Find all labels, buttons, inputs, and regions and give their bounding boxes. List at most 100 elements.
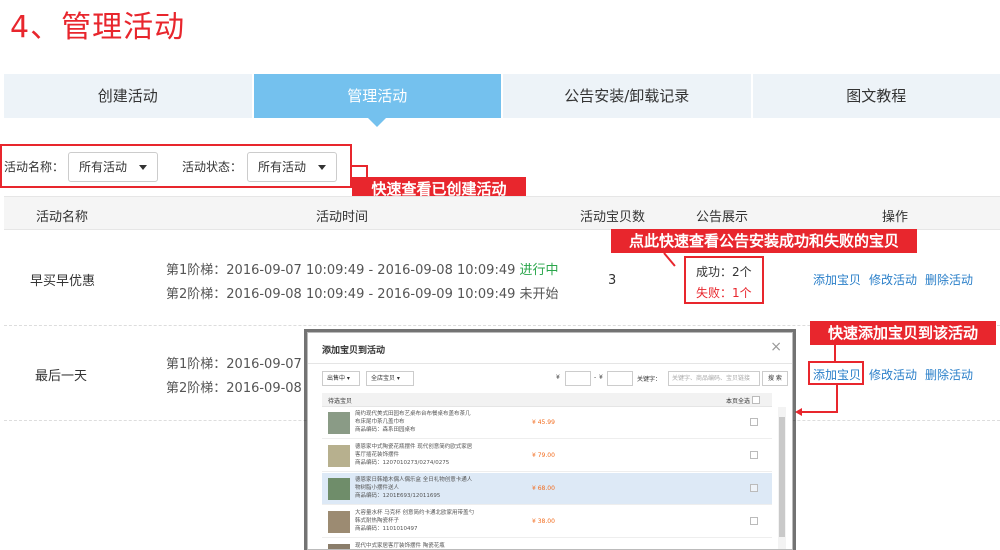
tier-2-time: 第2阶梯：2016-09-08 11 (166, 381, 323, 396)
item-category-value: 全店宝贝 (371, 375, 396, 382)
column-header-item-count: 活动宝贝数 (580, 210, 646, 225)
tab-tutorial[interactable]: 图文教程 (752, 74, 1000, 118)
close-icon[interactable]: × (770, 339, 782, 355)
candidate-items-header: 待选宝贝 (328, 398, 353, 405)
delete-activity-link[interactable]: 删除活动 (925, 366, 973, 383)
item-name-line-2: 韩式耐热陶瓷杯子 (355, 518, 400, 524)
chevron-down-icon (139, 165, 147, 170)
item-thumbnail (328, 445, 350, 467)
modal-scrollbar-thumb[interactable] (779, 417, 785, 537)
price-dash: - (594, 374, 597, 381)
item-count: 3 (608, 273, 617, 288)
edit-activity-link[interactable]: 修改活动 (869, 271, 917, 288)
search-button[interactable]: 搜 索 (762, 371, 788, 386)
item-price: ¥ 68.00 (532, 485, 555, 492)
activity-name: 最后一天 (35, 369, 88, 384)
item-category-select[interactable]: 全店宝贝 ▾ (366, 371, 414, 386)
item-name: 简约现代美式田园布艺桌布台布餐桌布盖布茶几 布床尾巾茶几盖巾布 商品编码：森系田… (355, 410, 471, 434)
chevron-down-icon (318, 165, 326, 170)
status-not-started: 未开始 (519, 287, 559, 302)
item-code: 商品编码：1201E693/12011695 (355, 493, 441, 499)
tier-1-time: 第1阶梯：2016-09-07 11 (166, 357, 323, 372)
tier-2-time: 第2阶梯：2016-09-08 10:09:49 - 2016-09-09 10… (166, 283, 559, 302)
column-header-actions: 操作 (882, 210, 909, 225)
edit-activity-link[interactable]: 修改活动 (869, 366, 917, 383)
tab-create-activity[interactable]: 创建活动 (4, 74, 252, 118)
price-to-input[interactable] (607, 371, 633, 386)
activity-status-select[interactable]: 所有活动 (247, 152, 337, 182)
item-thumbnail (328, 412, 350, 434)
item-code: 商品编码：1207010273/0274/0275 (355, 460, 450, 466)
item-status-value: 出售中 (327, 375, 346, 382)
item-checkbox[interactable] (750, 484, 758, 492)
select-all-checkbox[interactable] (752, 396, 760, 404)
item-code: 商品编码：1101010497 (355, 526, 418, 532)
tab-manage-activity[interactable]: 管理活动 (253, 74, 501, 127)
item-name-line-1: 德恩家日韩婚木偶人偶乐盒 全日礼物创意卡通人 (355, 477, 473, 483)
item-checkbox[interactable] (750, 451, 758, 459)
price-from-symbol: ¥ (556, 374, 560, 381)
item-price: ¥ 45.99 (532, 419, 555, 426)
tab-notice-install-log[interactable]: 公告安装/卸载记录 (503, 74, 751, 118)
item-code: 商品编码：森系田园桌布 (355, 427, 416, 433)
item-name: 德恩家日韩婚木偶人偶乐盒 全日礼物创意卡通人 物树脂小摆件送人 商品编码：120… (355, 476, 472, 500)
item-name: 大容量水杯 马克杯 创意简约卡通北欧家用带盖勺 韩式耐热陶瓷杯子 商品编码：11… (355, 509, 474, 533)
modal-item-row-selected[interactable]: 德恩家日韩婚木偶人偶乐盒 全日礼物创意卡通人 物树脂小摆件送人 商品编码：120… (322, 473, 772, 505)
callout-results: 点此快速查看公告安装成功和失败的宝贝 (611, 229, 917, 253)
item-thumbnail (328, 511, 350, 533)
modal-item-row[interactable]: 现代中式家居客厅装饰摆件 陶瓷花瓶 (322, 539, 772, 549)
fail-count-link[interactable]: 失败：1个 (696, 284, 752, 301)
item-name: 现代中式家居客厅装饰摆件 陶瓷花瓶 (355, 542, 445, 549)
activity-name-label: 活动名称： (4, 160, 65, 174)
modal-divider (308, 363, 792, 364)
callout-connector (800, 411, 838, 413)
column-header-name: 活动名称 (36, 210, 89, 225)
price-to-symbol: ¥ (599, 374, 603, 381)
success-count-link[interactable]: 成功：2个 (696, 263, 752, 280)
item-name: 德恩家中式陶瓷花瓶摆件 现代创意简约欧式家居 客厅插花装饰摆件 商品编码：120… (355, 443, 472, 467)
item-name-line-1: 简约现代美式田园布艺桌布台布餐桌布盖布茶几 (355, 411, 471, 417)
arrow-left-icon (795, 408, 802, 416)
tier-1-range: 第1阶梯：2016-09-07 10:09:49 - 2016-09-08 10… (166, 263, 516, 278)
modal-item-row[interactable]: 大容量水杯 马克杯 创意简约卡通北欧家用带盖勺 韩式耐热陶瓷杯子 商品编码：11… (322, 506, 772, 538)
tier-2-range: 第2阶梯：2016-09-08 10:09:49 - 2016-09-09 10… (166, 287, 516, 302)
item-checkbox[interactable] (750, 418, 758, 426)
add-items-modal: 添加宝贝到活动 × 出售中 ▾ 全店宝贝 ▾ ¥ - ¥ 关键字： 关键字、商品… (307, 332, 793, 550)
select-all-label: 本页全选 (726, 398, 751, 405)
tier-1-time: 第1阶梯：2016-09-07 10:09:49 - 2016-09-08 10… (166, 259, 559, 278)
activity-status-label: 活动状态： (182, 160, 243, 174)
tab-bar: 创建活动 管理活动 公告安装/卸载记录 图文教程 (4, 74, 1000, 127)
add-items-link[interactable]: 添加宝贝 (813, 366, 861, 383)
modal-item-row[interactable]: 简约现代美式田园布艺桌布台布餐桌布盖布茶几 布床尾巾茶几盖巾布 商品编码：森系田… (322, 407, 772, 439)
status-running: 进行中 (519, 263, 559, 278)
callout-connector (834, 345, 836, 361)
page-title: 4、管理活动 (10, 10, 186, 45)
add-items-link[interactable]: 添加宝贝 (813, 271, 861, 288)
modal-item-row[interactable]: 德恩家中式陶瓷花瓶摆件 现代创意简约欧式家居 客厅插花装饰摆件 商品编码：120… (322, 440, 772, 472)
modal-table-header: 待选宝贝 本页全选 (322, 393, 772, 407)
callout-add-items: 快速添加宝贝到该活动 (810, 321, 996, 345)
activity-name: 早买早优惠 (30, 274, 96, 289)
item-price: ¥ 38.00 (532, 518, 555, 525)
item-checkbox[interactable] (750, 517, 758, 525)
callout-connector (836, 385, 838, 413)
item-name-line-1: 德恩家中式陶瓷花瓶摆件 现代创意简约欧式家居 (355, 444, 473, 450)
callout-connector (663, 252, 676, 267)
keyword-label: 关键字： (637, 376, 662, 383)
keyword-input[interactable]: 关键字、商品编码、宝贝链接 (668, 371, 760, 386)
item-price: ¥ 79.00 (532, 452, 555, 459)
item-name-line-2: 物树脂小摆件送人 (355, 485, 400, 491)
activity-name-select-value: 所有活动 (79, 160, 128, 174)
item-status-select[interactable]: 出售中 ▾ (322, 371, 360, 386)
column-header-notice: 公告展示 (696, 210, 749, 225)
delete-activity-link[interactable]: 删除活动 (925, 271, 973, 288)
price-from-input[interactable] (565, 371, 591, 386)
activity-status-select-value: 所有活动 (258, 160, 307, 174)
modal-title: 添加宝贝到活动 (322, 346, 386, 356)
table-header (4, 196, 1000, 230)
activity-name-select[interactable]: 所有活动 (68, 152, 158, 182)
item-name-line-1: 大容量水杯 马克杯 创意简约卡通北欧家用带盖勺 (355, 510, 474, 516)
item-thumbnail (328, 544, 350, 549)
item-thumbnail (328, 478, 350, 500)
item-name-line-1: 现代中式家居客厅装饰摆件 陶瓷花瓶 (355, 543, 445, 549)
